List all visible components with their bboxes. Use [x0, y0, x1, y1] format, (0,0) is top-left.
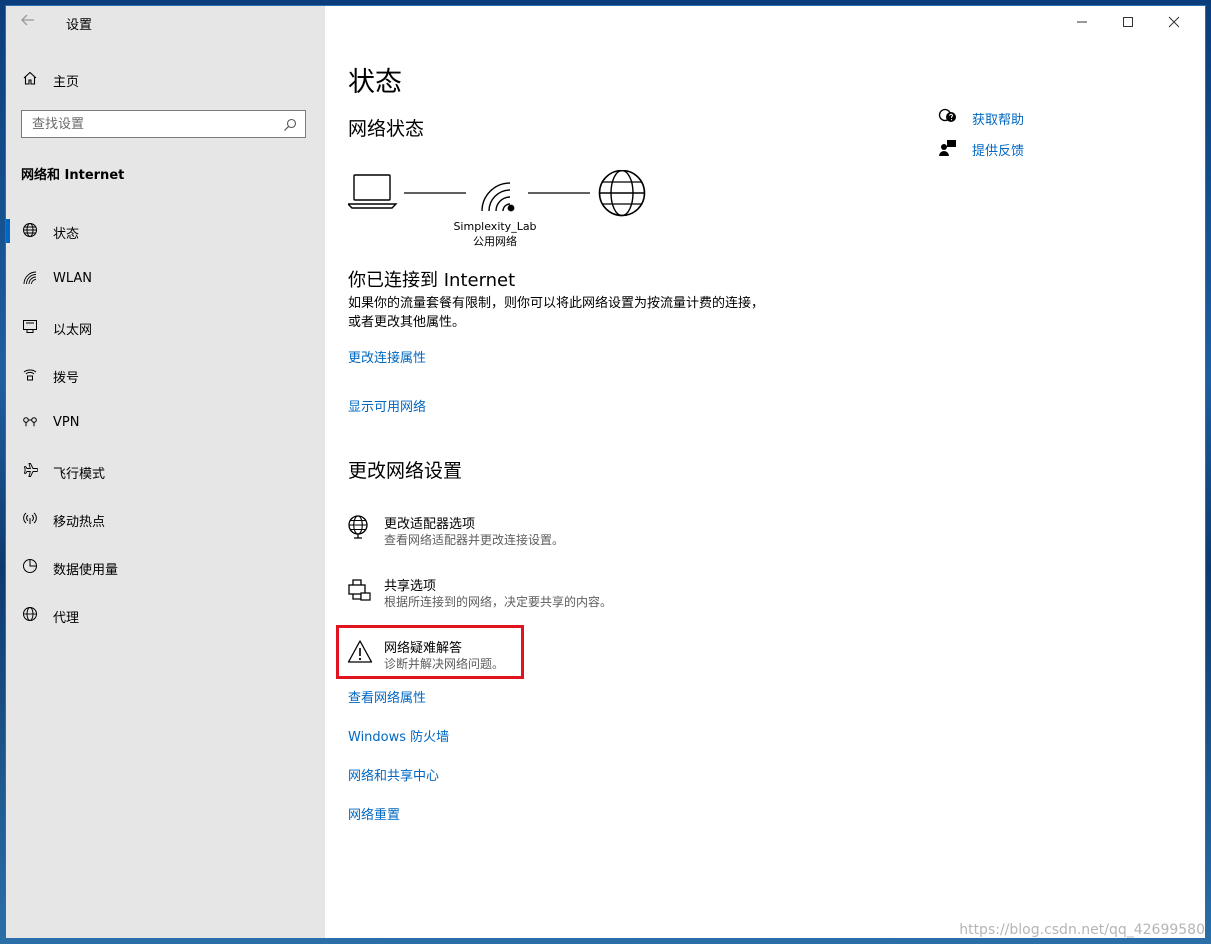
view-network-properties-link[interactable]: 查看网络属性 — [348, 687, 426, 706]
option-adapter[interactable]: 更改适配器选项 查看网络适配器并更改连接设置。 — [347, 513, 647, 553]
app-title: 设置 — [66, 18, 93, 33]
sidebar-item-wlan[interactable]: WLAN — [6, 255, 325, 303]
option-title: 更改适配器选项 — [384, 517, 476, 532]
feedback-icon — [938, 138, 958, 158]
windows-firewall-link[interactable]: Windows 防火墙 — [348, 726, 449, 745]
sidebar-item-label: 拨号 — [53, 371, 80, 386]
network-status-heading: 网络状态 — [348, 118, 425, 140]
help-label: 获取帮助 — [972, 113, 1025, 128]
proxy-globe-icon — [22, 606, 40, 624]
airplane-icon — [22, 462, 40, 480]
search-box[interactable] — [21, 110, 306, 138]
get-help-link[interactable]: 获取帮助 — [938, 107, 1138, 129]
laptop-icon — [348, 174, 398, 209]
feedback-label: 提供反馈 — [972, 144, 1025, 159]
sidebar-item-status[interactable]: 状态 — [6, 207, 325, 255]
option-title: 共享选项 — [384, 579, 437, 594]
sidebar-item-label: 飞行模式 — [53, 467, 106, 482]
show-available-networks-link[interactable]: 显示可用网络 — [348, 396, 426, 415]
give-feedback-link[interactable]: 提供反馈 — [938, 138, 1138, 160]
sidebar-item-label: 以太网 — [53, 323, 93, 338]
highlight-box — [336, 625, 524, 679]
nav-home[interactable]: 主页 — [6, 64, 325, 94]
sidebar-item-label: 状态 — [53, 227, 80, 242]
search-icon[interactable] — [283, 117, 297, 131]
dialup-icon — [22, 366, 40, 384]
network-sharing-center-link[interactable]: 网络和共享中心 — [348, 765, 439, 784]
hotspot-icon — [22, 510, 40, 528]
adapter-icon — [347, 515, 373, 541]
sidebar-item-label: 移动热点 — [53, 515, 106, 530]
sidebar-item-vpn[interactable]: VPN — [6, 399, 325, 447]
sidebar: 设置 主页 网络和 Internet 状态 — [6, 6, 325, 938]
back-arrow-icon[interactable] — [20, 12, 40, 32]
data-usage-icon — [22, 558, 40, 576]
sharing-icon — [347, 577, 373, 603]
main-content: 状态 网络状态 Simplexity_Lab 公用网络 你已连接到 Intern… — [325, 6, 1205, 938]
option-subtitle: 根据所连接到的网络，决定要共享的内容。 — [384, 595, 613, 609]
sidebar-item-dialup[interactable]: 拨号 — [6, 351, 325, 399]
settings-window: 设置 主页 网络和 Internet 状态 — [6, 6, 1205, 938]
connected-description: 如果你的流量套餐有限制，则你可以将此网络设置为按流量计费的连接，或者更改其他属性… — [348, 296, 765, 330]
option-subtitle: 查看网络适配器并更改连接设置。 — [384, 533, 565, 547]
network-type: 公用网络 — [473, 235, 517, 248]
home-icon — [22, 70, 40, 88]
sidebar-item-hotspot[interactable]: 移动热点 — [6, 495, 325, 543]
globe-icon — [22, 222, 40, 240]
search-input[interactable] — [22, 111, 297, 137]
network-name: Simplexity_Lab — [453, 220, 537, 233]
wifi-signal-icon — [481, 182, 515, 212]
wifi-icon — [22, 270, 40, 288]
window-controls — [1055, 6, 1205, 38]
network-name-block: Simplexity_Lab 公用网络 — [425, 219, 565, 249]
close-icon[interactable] — [1151, 6, 1197, 38]
sidebar-nav: 状态 WLAN 以太网 拨号 VPN 飞行模式 移动热点 数据使用量 代理 — [6, 207, 325, 639]
vpn-icon — [22, 414, 40, 432]
minimize-icon[interactable] — [1059, 6, 1105, 38]
maximize-icon[interactable] — [1105, 6, 1151, 38]
help-chat-icon — [938, 107, 958, 127]
sidebar-item-airplane[interactable]: 飞行模式 — [6, 447, 325, 495]
home-label: 主页 — [53, 75, 80, 90]
change-network-settings-heading: 更改网络设置 — [348, 460, 463, 482]
sidebar-item-ethernet[interactable]: 以太网 — [6, 303, 325, 351]
connected-title: 你已连接到 Internet — [348, 270, 516, 291]
watermark: https://blog.csdn.net/qq_42699580 — [959, 922, 1205, 938]
sidebar-item-label: 代理 — [53, 611, 80, 626]
sidebar-item-data-usage[interactable]: 数据使用量 — [6, 543, 325, 591]
network-reset-link[interactable]: 网络重置 — [348, 804, 400, 823]
sidebar-item-label: 数据使用量 — [53, 563, 119, 578]
sidebar-item-label: VPN — [53, 415, 80, 430]
change-connection-properties-link[interactable]: 更改连接属性 — [348, 347, 426, 366]
internet-globe-icon — [598, 170, 646, 217]
option-sharing[interactable]: 共享选项 根据所连接到的网络，决定要共享的内容。 — [347, 575, 647, 615]
ethernet-icon — [22, 318, 40, 336]
titlebar-left: 设置 — [6, 6, 325, 38]
sidebar-section-title: 网络和 Internet — [21, 168, 125, 183]
page-title: 状态 — [348, 67, 402, 98]
sidebar-item-proxy[interactable]: 代理 — [6, 591, 325, 639]
sidebar-item-label: WLAN — [53, 271, 93, 286]
